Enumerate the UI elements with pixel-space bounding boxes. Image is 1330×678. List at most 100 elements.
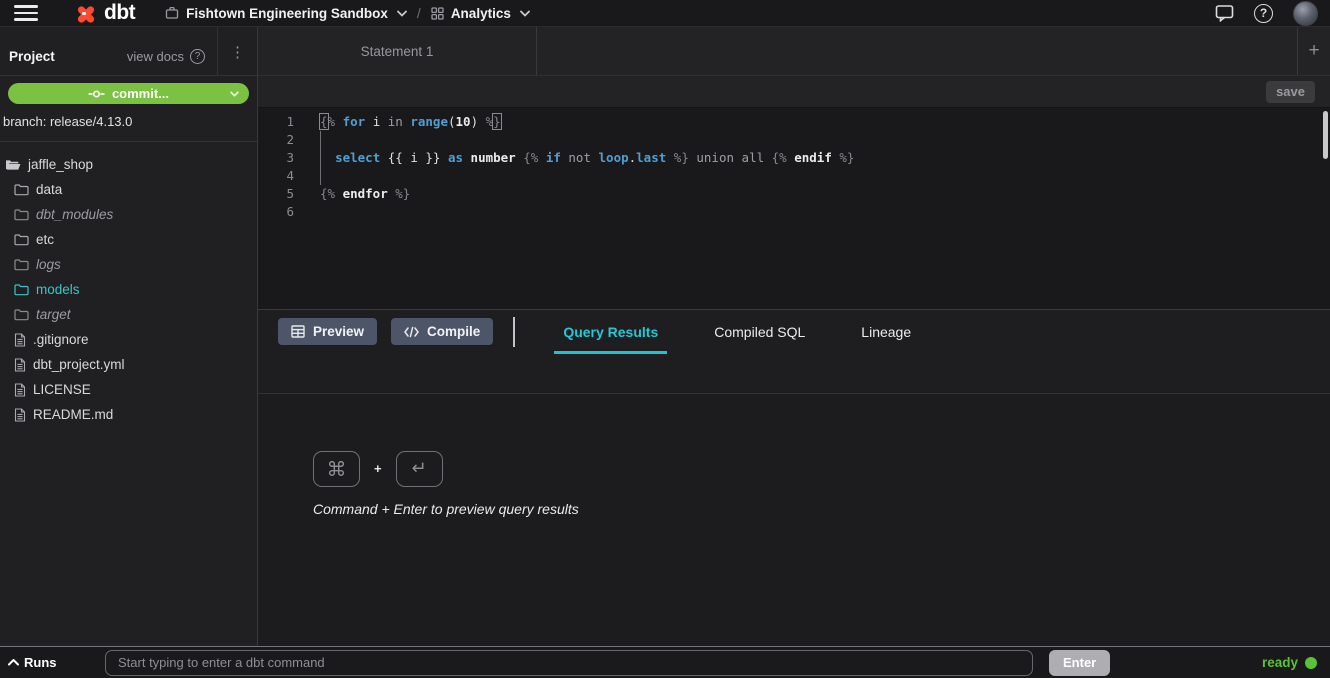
compile-button[interactable]: Compile bbox=[391, 318, 493, 345]
account-selector[interactable]: Fishtown Engineering Sandbox bbox=[165, 6, 407, 21]
folder-open-icon bbox=[5, 158, 21, 171]
file-icon bbox=[14, 333, 26, 347]
editor-toolbar: save bbox=[258, 76, 1330, 108]
status-label: ready bbox=[1262, 655, 1298, 670]
file-icon bbox=[14, 358, 26, 372]
line-number: 3 bbox=[258, 149, 304, 167]
file-tree: jaffle_shopdata dbt_modulesetc logs models t… bbox=[0, 152, 257, 427]
top-navigation-bar: dbt Fishtown Engineering Sandbox / Analy… bbox=[0, 0, 1330, 27]
code-line-2: 2 bbox=[258, 131, 1330, 149]
tree-item-label: models bbox=[36, 282, 80, 297]
dbt-logo-icon bbox=[74, 1, 98, 25]
tab-query-results[interactable]: Query Results bbox=[554, 310, 667, 354]
chat-icon[interactable] bbox=[1215, 4, 1234, 22]
code-line-6: 6 bbox=[258, 203, 1330, 221]
chevron-down-icon bbox=[230, 91, 239, 97]
tree-item-label: LICENSE bbox=[33, 382, 91, 397]
plus-separator: + bbox=[374, 461, 382, 476]
sidebar-menu-kebab-icon[interactable]: ⋮ bbox=[217, 27, 257, 76]
view-docs-link[interactable]: view docs ? bbox=[127, 49, 217, 64]
preview-button[interactable]: Preview bbox=[278, 318, 377, 345]
dbt-cloud-ide: dbt Fishtown Engineering Sandbox / Analy… bbox=[0, 0, 1330, 678]
toolbar-divider bbox=[513, 317, 515, 347]
code-line-3: 3 select {{ i }} as number {% if not loo… bbox=[258, 149, 1330, 167]
folder-icon bbox=[14, 208, 29, 221]
breadcrumb-separator: / bbox=[417, 5, 421, 21]
tree-item-label: target bbox=[36, 307, 71, 322]
enter-button[interactable]: Enter bbox=[1049, 650, 1110, 676]
sidebar-title: Project bbox=[9, 49, 55, 64]
folder-icon bbox=[14, 258, 29, 271]
project-sidebar: Project view docs ? ⋮ commit... bbox=[0, 27, 258, 646]
command-key-icon: ⌘ bbox=[313, 451, 360, 487]
tree-item-jaffle-shop[interactable]: jaffle_shop bbox=[0, 152, 257, 177]
save-button[interactable]: save bbox=[1266, 81, 1315, 103]
help-circle-icon: ? bbox=[190, 49, 205, 64]
editor-tab-bar: Statement 1 + bbox=[258, 27, 1330, 76]
tree-item-logs[interactable]: logs bbox=[0, 252, 257, 277]
code-text: {% endfor %} bbox=[320, 185, 410, 203]
tree-item-readme-md[interactable]: README.md bbox=[0, 402, 257, 427]
status-indicator: ready bbox=[1262, 655, 1317, 670]
tab-compiled-sql[interactable]: Compiled SQL bbox=[705, 310, 814, 354]
tab-lineage[interactable]: Lineage bbox=[852, 310, 920, 354]
compile-button-label: Compile bbox=[427, 324, 480, 339]
commit-button-label: commit... bbox=[112, 86, 169, 101]
grid-icon bbox=[431, 7, 444, 20]
line-number: 4 bbox=[258, 167, 304, 185]
sidebar-divider bbox=[0, 141, 257, 142]
line-number: 2 bbox=[258, 131, 304, 149]
help-icon[interactable]: ? bbox=[1254, 4, 1273, 23]
tree-item-label: README.md bbox=[33, 407, 113, 422]
dbt-logo[interactable]: dbt bbox=[74, 1, 135, 25]
tree-item-data[interactable]: data bbox=[0, 177, 257, 202]
tree-item-dbt-project-yml[interactable]: dbt_project.yml bbox=[0, 352, 257, 377]
line-number: 6 bbox=[258, 203, 304, 221]
folder-icon bbox=[14, 183, 29, 196]
table-icon bbox=[291, 325, 305, 338]
folder-icon bbox=[14, 233, 29, 246]
tree-item-label: etc bbox=[36, 232, 54, 247]
new-tab-button[interactable]: + bbox=[1297, 27, 1330, 75]
tab-statement-1[interactable]: Statement 1 bbox=[258, 27, 537, 75]
line-number: 1 bbox=[258, 113, 304, 131]
briefcase-icon bbox=[165, 6, 179, 20]
tree-item-models[interactable]: models bbox=[0, 277, 257, 302]
code-text: select {{ i }} as number {% if not loop.… bbox=[320, 149, 854, 167]
hamburger-menu-icon[interactable] bbox=[14, 5, 38, 21]
tree-item-target[interactable]: target bbox=[0, 302, 257, 327]
code-icon bbox=[404, 326, 419, 338]
tree-item-label: jaffle_shop bbox=[28, 157, 93, 172]
folder-icon bbox=[14, 283, 29, 296]
status-dot-icon bbox=[1305, 657, 1317, 669]
tree-item-label: logs bbox=[36, 257, 61, 272]
results-tabs: Query Results Compiled SQL Lineage bbox=[535, 310, 939, 354]
runs-label: Runs bbox=[24, 655, 57, 670]
tree-item-etc[interactable]: etc bbox=[0, 227, 257, 252]
editor-scrollbar[interactable] bbox=[1323, 111, 1328, 159]
file-icon bbox=[14, 408, 26, 422]
preview-hint-caption: Command + Enter to preview query results bbox=[313, 501, 1330, 517]
tree-item-license[interactable]: LICENSE bbox=[0, 377, 257, 402]
tree-item-label: .gitignore bbox=[33, 332, 89, 347]
results-strip bbox=[258, 354, 1330, 394]
dbt-logo-text: dbt bbox=[104, 1, 135, 25]
tree-item--gitignore[interactable]: .gitignore bbox=[0, 327, 257, 352]
branch-label: branch: release/4.13.0 bbox=[0, 104, 257, 129]
code-text: {% for i in range(10) %} bbox=[320, 113, 501, 131]
code-line-5: 5{% endfor %} bbox=[258, 185, 1330, 203]
tree-item-label: dbt_project.yml bbox=[33, 357, 125, 372]
chevron-down-icon bbox=[520, 10, 530, 17]
tree-item-label: data bbox=[36, 182, 62, 197]
preview-button-label: Preview bbox=[313, 324, 364, 339]
commit-button[interactable]: commit... bbox=[8, 83, 249, 104]
project-selector[interactable]: Analytics bbox=[431, 6, 530, 21]
tree-item-dbt-modules[interactable]: dbt_modules bbox=[0, 202, 257, 227]
dbt-command-input[interactable] bbox=[105, 650, 1033, 676]
folder-icon bbox=[14, 308, 29, 321]
code-editor[interactable]: 1 {% for i in range(10) %} 23 select {{ i … bbox=[258, 108, 1330, 309]
runs-toggle[interactable]: Runs bbox=[8, 655, 105, 670]
project-name: Analytics bbox=[451, 6, 511, 21]
file-icon bbox=[14, 383, 26, 397]
user-avatar[interactable] bbox=[1293, 1, 1318, 26]
